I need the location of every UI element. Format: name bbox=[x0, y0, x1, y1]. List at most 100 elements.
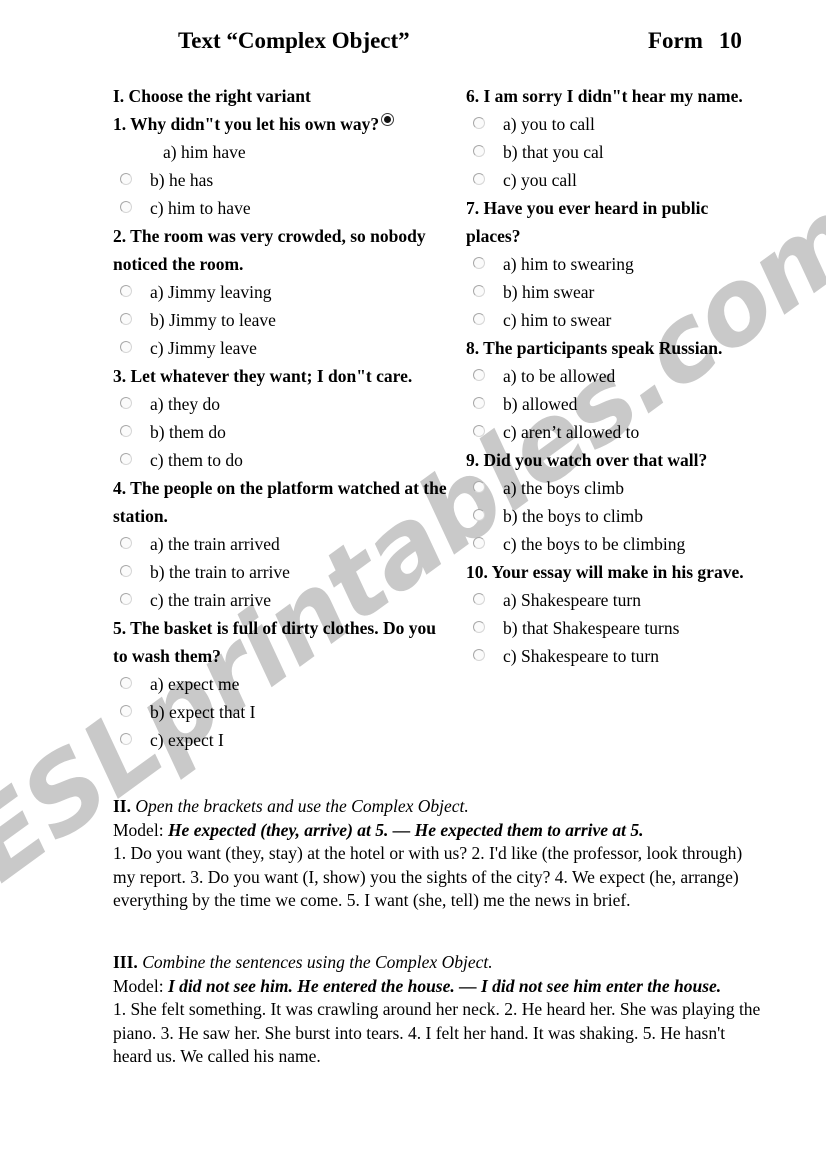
answer-option[interactable]: a) the train arrived bbox=[113, 530, 453, 558]
answer-option[interactable]: c) the train arrive bbox=[113, 586, 453, 614]
radio-button[interactable] bbox=[473, 593, 485, 605]
answer-option-label: c) you call bbox=[503, 170, 577, 190]
radio-button[interactable] bbox=[473, 285, 485, 297]
answer-option[interactable]: b) allowed bbox=[466, 390, 766, 418]
section-three-model-label: Model: bbox=[113, 975, 164, 996]
question-text: 4. The people on the platform watched at… bbox=[113, 478, 447, 526]
radio-button[interactable] bbox=[120, 537, 132, 549]
answer-option[interactable]: b) expect that I bbox=[113, 698, 453, 726]
radio-button[interactable] bbox=[473, 509, 485, 521]
radio-button[interactable] bbox=[120, 313, 132, 325]
answer-option-label: a) they do bbox=[150, 394, 220, 414]
radio-button[interactable] bbox=[473, 425, 485, 437]
radio-button[interactable] bbox=[120, 565, 132, 577]
answer-option[interactable]: a) him have bbox=[113, 138, 453, 166]
answer-option[interactable]: a) the boys climb bbox=[466, 474, 766, 502]
answer-option[interactable]: a) you to call bbox=[466, 110, 766, 138]
answer-option-label: c) expect I bbox=[150, 730, 224, 750]
answer-option[interactable]: b) the boys to climb bbox=[466, 502, 766, 530]
questions-column-right: 6. I am sorry I didn"t hear my name. a) y… bbox=[466, 82, 766, 670]
question-text: 7. Have you ever heard in public places? bbox=[466, 198, 709, 246]
answer-option-label: c) him to have bbox=[150, 198, 251, 218]
page-title: Text “Complex Object” bbox=[178, 28, 410, 53]
question-text: 3. Let whatever they want; I don"t care. bbox=[113, 366, 413, 386]
radio-button[interactable] bbox=[473, 649, 485, 661]
answer-option[interactable]: c) you call bbox=[466, 166, 766, 194]
radio-button[interactable] bbox=[120, 425, 132, 437]
question-text: 5. The basket is full of dirty clothes. … bbox=[113, 618, 436, 666]
page-header: Text “Complex Object” Form 10 bbox=[0, 28, 826, 62]
answer-option[interactable]: c) the boys to be climbing bbox=[466, 530, 766, 558]
answer-option[interactable]: c) him to have bbox=[113, 194, 453, 222]
section-three-model: Model: I did not see him. He entered the… bbox=[113, 975, 761, 999]
answer-option[interactable]: a) to be allowed bbox=[466, 362, 766, 390]
answer-option[interactable]: b) the train to arrive bbox=[113, 558, 453, 586]
answer-option[interactable]: c) Jimmy leave bbox=[113, 334, 453, 362]
section-two: II. Open the brackets and use the Comple… bbox=[113, 795, 761, 913]
section-two-body: 1. Do you want (they, stay) at the hotel… bbox=[113, 843, 743, 910]
answer-option-label: a) Jimmy leaving bbox=[150, 282, 272, 302]
question-text: 8. The participants speak Russian. bbox=[466, 338, 723, 358]
answer-option[interactable]: b) that you cal bbox=[466, 138, 766, 166]
radio-button[interactable] bbox=[120, 733, 132, 745]
answer-option[interactable]: c) Shakespeare to turn bbox=[466, 642, 766, 670]
section-three-body: 1. She felt something. It was crawling a… bbox=[113, 999, 761, 1066]
question-text: 1. Why didn"t you let his own way? bbox=[113, 110, 453, 138]
radio-button[interactable] bbox=[473, 481, 485, 493]
answer-option[interactable]: a) Shakespeare turn bbox=[466, 586, 766, 614]
radio-button[interactable] bbox=[120, 173, 132, 185]
answer-option[interactable]: c) aren’t allowed to bbox=[466, 418, 766, 446]
radio-button[interactable] bbox=[473, 173, 485, 185]
answer-option-label: b) expect that I bbox=[150, 702, 256, 722]
form-number: 10 bbox=[718, 28, 742, 53]
answer-option[interactable]: a) expect me bbox=[113, 670, 453, 698]
radio-button[interactable] bbox=[473, 257, 485, 269]
radio-button[interactable] bbox=[120, 453, 132, 465]
radio-button[interactable] bbox=[120, 593, 132, 605]
radio-button[interactable] bbox=[473, 621, 485, 633]
answer-option[interactable]: a) Jimmy leaving bbox=[113, 278, 453, 306]
answer-option[interactable]: c) them to do bbox=[113, 446, 453, 474]
answer-option-label: a) the boys climb bbox=[503, 478, 625, 498]
radio-button[interactable] bbox=[473, 313, 485, 325]
section-two-numeral: II. bbox=[113, 796, 131, 816]
radio-button[interactable] bbox=[120, 397, 132, 409]
answer-option-label: c) Shakespeare to turn bbox=[503, 646, 659, 666]
questions-column-left: I. Choose the right variant 1. Why didn"t… bbox=[113, 82, 453, 754]
question-text: 9. Did you watch over that wall? bbox=[466, 450, 708, 470]
radio-button[interactable] bbox=[120, 705, 132, 717]
answer-option[interactable]: b) him swear bbox=[466, 278, 766, 306]
answer-option[interactable]: b) he has bbox=[113, 166, 453, 194]
answer-option-label: a) you to call bbox=[503, 114, 595, 134]
answer-option-label: b) that Shakespeare turns bbox=[503, 618, 680, 638]
radio-button[interactable] bbox=[120, 677, 132, 689]
radio-button[interactable] bbox=[473, 369, 485, 381]
radio-button[interactable] bbox=[473, 537, 485, 549]
section-one-heading: I. Choose the right variant bbox=[113, 86, 311, 106]
radio-button[interactable] bbox=[120, 341, 132, 353]
answer-option[interactable]: b) that Shakespeare turns bbox=[466, 614, 766, 642]
radio-button[interactable] bbox=[473, 117, 485, 129]
question-text: 10. Your essay will make in his grave. bbox=[466, 562, 744, 582]
answer-option[interactable]: b) Jimmy to leave bbox=[113, 306, 453, 334]
answer-option-label: c) the train arrive bbox=[150, 590, 271, 610]
radio-button-selected[interactable] bbox=[381, 113, 395, 126]
answer-option-label: b) the boys to climb bbox=[503, 506, 643, 526]
answer-option-label: a) him have bbox=[163, 142, 246, 162]
answer-option[interactable]: b) them do bbox=[113, 418, 453, 446]
section-three-model-text: I did not see him. He entered the house.… bbox=[167, 975, 722, 996]
answer-option[interactable]: a) they do bbox=[113, 390, 453, 418]
radio-button[interactable] bbox=[120, 201, 132, 213]
answer-option[interactable]: c) him to swear bbox=[466, 306, 766, 334]
section-two-model: Model: He expected (they, arrive) at 5. … bbox=[113, 819, 761, 843]
answer-option-label: c) the boys to be climbing bbox=[503, 534, 686, 554]
radio-button[interactable] bbox=[473, 145, 485, 157]
answer-option-label: a) Shakespeare turn bbox=[503, 590, 641, 610]
question-text: 2. The room was very crowded, so nobody … bbox=[113, 226, 426, 274]
answer-option[interactable]: a) him to swearing bbox=[466, 250, 766, 278]
radio-button[interactable] bbox=[120, 285, 132, 297]
radio-button[interactable] bbox=[473, 397, 485, 409]
answer-option-label: b) allowed bbox=[503, 394, 578, 414]
answer-option-label: b) that you cal bbox=[503, 142, 604, 162]
answer-option[interactable]: c) expect I bbox=[113, 726, 453, 754]
